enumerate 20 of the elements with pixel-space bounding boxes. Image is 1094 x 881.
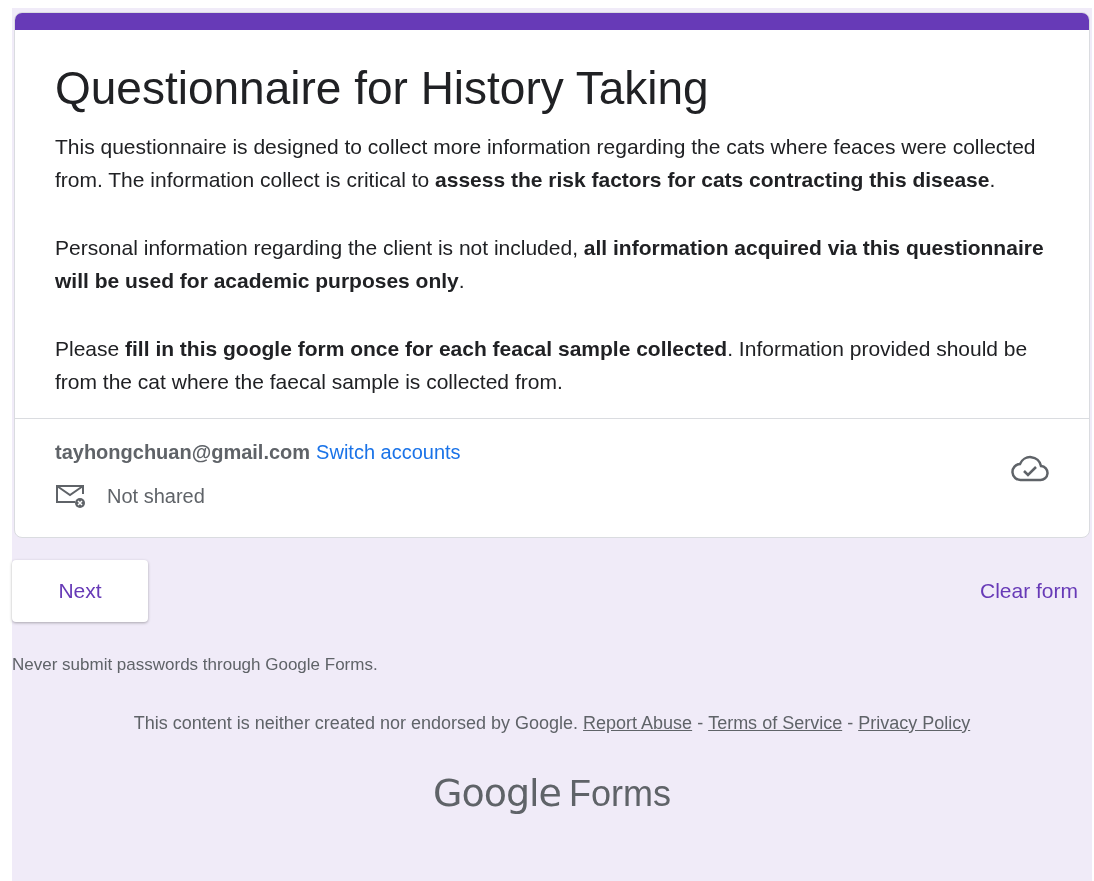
link-separator: - bbox=[697, 711, 704, 735]
description-paragraph: Personal information regarding the client is not included, all information acquired via this questionnaire will be used for academic purposes only. bbox=[55, 235, 1045, 294]
footer-link[interactable]: Privacy Policy bbox=[858, 709, 971, 737]
next-button[interactable]: Next bbox=[12, 560, 148, 622]
clear-form-button[interactable]: Clear form bbox=[967, 567, 1090, 615]
link-separator: - bbox=[847, 711, 854, 735]
description-paragraph: Please fill in this google form once for each feacal sample collected. Information provided should be from the cat where the faecal sample is collected from. bbox=[55, 336, 1029, 395]
disclaimer-text: This content is neither created nor endorsed by Google. bbox=[133, 711, 579, 735]
switch-accounts-link[interactable]: Switch accounts bbox=[316, 437, 461, 467]
cloud-check-icon bbox=[1011, 455, 1049, 483]
sharing-status: Not shared bbox=[107, 484, 205, 509]
logo-product: Forms bbox=[569, 771, 671, 816]
form-title: Questionnaire for History Taking bbox=[55, 61, 710, 116]
footer-link[interactable]: Terms of Service bbox=[708, 709, 843, 737]
mail-blocked-icon bbox=[55, 483, 87, 509]
description-paragraph: This questionnaire is designed to collect more information regarding the cats where feaces were collected from. The information collect is critical to assess the risk factors for cats contracting this disease. bbox=[55, 134, 1037, 193]
logo-brand: Google bbox=[433, 769, 561, 817]
password-warning: Never submit passwords through Google Forms. bbox=[12, 654, 379, 676]
account-email: tayhongchuan@gmail.com bbox=[55, 440, 311, 465]
footer-link[interactable]: Report Abuse bbox=[583, 709, 693, 737]
